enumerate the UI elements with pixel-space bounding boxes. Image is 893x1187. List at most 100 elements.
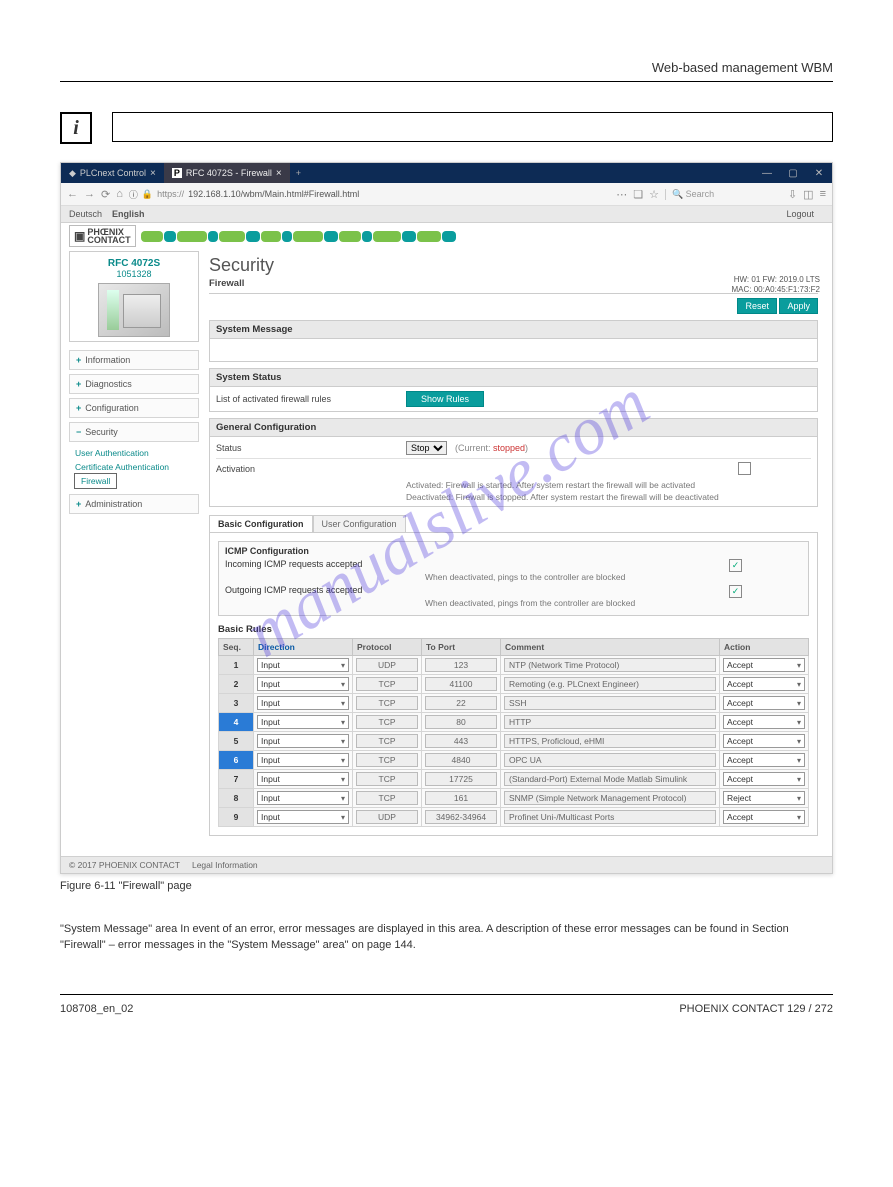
comment-cell: SNMP (Simple Network Management Protocol… — [504, 791, 716, 805]
comment-cell: HTTPS, Proficloud, eHMI — [504, 734, 716, 748]
col-comment[interactable]: Comment — [501, 639, 720, 656]
browser-tab-1[interactable]: ◆ PLCnext Control × — [61, 163, 164, 183]
browser-tab-2[interactable]: P RFC 4072S - Firewall × — [164, 163, 290, 183]
action-select[interactable]: Accept▾ — [723, 658, 805, 672]
col-seq[interactable]: Seq. — [219, 639, 254, 656]
shield-icon: ◆ — [69, 168, 76, 179]
tab-basic-config[interactable]: Basic Configuration — [209, 515, 313, 532]
maximize-icon[interactable]: ▢ — [780, 163, 806, 183]
sublink-cert-auth[interactable]: Certificate Authentication — [69, 460, 199, 474]
device-image — [98, 283, 170, 337]
direction-select[interactable]: Input▾ — [257, 715, 349, 729]
comment-cell: OPC UA — [504, 753, 716, 767]
comment-cell: (Standard-Port) External Mode Matlab Sim… — [504, 772, 716, 786]
table-row[interactable]: 5Input▾TCP443HTTPS, Proficloud, eHMIAcce… — [219, 732, 809, 751]
direction-select[interactable]: Input▾ — [257, 677, 349, 691]
table-row[interactable]: 7Input▾TCP17725(Standard-Port) External … — [219, 770, 809, 789]
protocol-cell: UDP — [356, 810, 418, 824]
main-content: Security Firewall Reset Apply System Mes… — [205, 245, 832, 856]
sublink-firewall[interactable]: Firewall — [75, 474, 116, 488]
col-direction[interactable]: Direction — [254, 639, 353, 656]
col-protocol[interactable]: Protocol — [353, 639, 422, 656]
comment-cell: HTTP — [504, 715, 716, 729]
action-select[interactable]: Accept▾ — [723, 810, 805, 824]
col-action[interactable]: Action — [720, 639, 809, 656]
action-select[interactable]: Accept▾ — [723, 734, 805, 748]
table-row[interactable]: 8Input▾TCP161SNMP (Simple Network Manage… — [219, 789, 809, 808]
action-select[interactable]: Accept▾ — [723, 696, 805, 710]
sidebar-item-security[interactable]: −Security — [69, 422, 199, 442]
star-icon[interactable]: ☆ — [649, 188, 659, 201]
action-select[interactable]: Accept▾ — [723, 715, 805, 729]
address-bar[interactable]: ⓘ 🔒 https://192.168.1.10/wbm/Main.html#F… — [129, 188, 610, 201]
system-status-panel: System Status List of activated firewall… — [209, 368, 818, 412]
close-icon[interactable]: × — [276, 168, 282, 179]
page-subtitle: Firewall — [209, 278, 818, 289]
port-cell: 17725 — [425, 772, 497, 786]
comment-cell: NTP (Network Time Protocol) — [504, 658, 716, 672]
sidebar-item-information[interactable]: +Information — [69, 350, 199, 370]
action-select[interactable]: Accept▾ — [723, 753, 805, 767]
table-row[interactable]: 2Input▾TCP41100Remoting (e.g. PLCnext En… — [219, 675, 809, 694]
action-select[interactable]: Accept▾ — [723, 677, 805, 691]
menu-icon[interactable]: ≡ — [820, 188, 826, 200]
lang-de[interactable]: Deutsch — [69, 209, 102, 219]
direction-select[interactable]: Input▾ — [257, 772, 349, 786]
table-row[interactable]: 9Input▾UDP34962-34964Profinet Uni-/Multi… — [219, 808, 809, 827]
direction-select[interactable]: Input▾ — [257, 753, 349, 767]
reload-icon[interactable]: ⟳ — [101, 188, 110, 201]
status-select[interactable]: Stop — [406, 441, 447, 455]
home-icon[interactable]: ⌂ — [116, 188, 123, 200]
system-message-panel: System Message — [209, 320, 818, 362]
direction-select[interactable]: Input▾ — [257, 696, 349, 710]
protocol-cell: UDP — [356, 658, 418, 672]
lock-icon: 🔒 — [142, 189, 153, 200]
port-cell: 443 — [425, 734, 497, 748]
table-row[interactable]: 4Input▾TCP80HTTPAccept▾ — [219, 713, 809, 732]
search-input[interactable]: 🔍 Search — [665, 189, 782, 200]
direction-select[interactable]: Input▾ — [257, 810, 349, 824]
port-cell: 80 — [425, 715, 497, 729]
new-tab-button[interactable]: + — [290, 163, 307, 183]
icmp-in-checkbox[interactable]: ✓ — [729, 559, 742, 572]
rules-table: Seq. Direction Protocol To Port Comment … — [218, 638, 809, 827]
col-port[interactable]: To Port — [422, 639, 501, 656]
minimize-icon[interactable]: — — [754, 163, 780, 183]
forward-icon[interactable]: → — [84, 188, 95, 200]
back-icon[interactable]: ← — [67, 188, 78, 200]
logout-link[interactable]: Logout — [786, 209, 814, 219]
apply-button[interactable]: Apply — [779, 298, 818, 314]
protocol-cell: TCP — [356, 791, 418, 805]
action-select[interactable]: Reject▾ — [723, 791, 805, 805]
show-rules-button[interactable]: Show Rules — [406, 391, 484, 407]
sidebar-item-administration[interactable]: +Administration — [69, 494, 199, 514]
sidebar-icon[interactable]: ◫ — [803, 188, 813, 201]
action-select[interactable]: Accept▾ — [723, 772, 805, 786]
reader-icon[interactable]: ❏ — [633, 188, 643, 201]
library-icon[interactable]: ⇩ — [788, 188, 797, 201]
icmp-config-panel: ICMP Configuration Incoming ICMP request… — [218, 541, 809, 616]
device-card: RFC 4072S 1051328 — [69, 251, 199, 342]
sidebar-item-diagnostics[interactable]: +Diagnostics — [69, 374, 199, 394]
activation-checkbox[interactable] — [738, 462, 751, 475]
sidebar-item-configuration[interactable]: +Configuration — [69, 398, 199, 418]
info-badge-icon: ⓘ — [129, 188, 138, 201]
sublink-user-auth[interactable]: User Authentication — [69, 446, 199, 460]
table-row[interactable]: 3Input▾TCP22SSHAccept▾ — [219, 694, 809, 713]
more-icon[interactable]: ⋯ — [616, 188, 627, 201]
lang-en[interactable]: English — [112, 209, 145, 219]
icmp-out-checkbox[interactable]: ✓ — [729, 585, 742, 598]
tab-user-config[interactable]: User Configuration — [313, 515, 406, 532]
direction-select[interactable]: Input▾ — [257, 791, 349, 805]
table-row[interactable]: 1Input▾UDP123NTP (Network Time Protocol)… — [219, 656, 809, 675]
direction-select[interactable]: Input▾ — [257, 658, 349, 672]
body-paragraph: "System Message" area In event of an err… — [60, 922, 833, 954]
legal-link[interactable]: Legal Information — [192, 860, 258, 870]
close-icon[interactable]: × — [150, 168, 156, 179]
reset-button[interactable]: Reset — [737, 298, 777, 314]
close-window-icon[interactable]: ✕ — [806, 163, 832, 183]
protocol-cell: TCP — [356, 734, 418, 748]
table-row[interactable]: 6Input▾TCP4840OPC UAAccept▾ — [219, 751, 809, 770]
direction-select[interactable]: Input▾ — [257, 734, 349, 748]
phoenix-logo: ▣ PHŒNIXCONTACT — [69, 225, 136, 247]
